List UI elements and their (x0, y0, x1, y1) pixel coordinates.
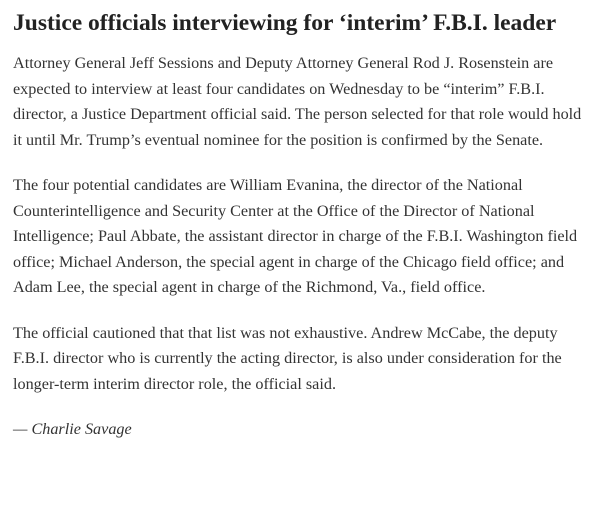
article-headline: Justice officials interviewing for ‘inte… (13, 10, 557, 36)
article-paragraph-3: The official cautioned that that list wa… (13, 323, 562, 393)
article: Justice officials interviewing for ‘inte… (0, 0, 591, 512)
article-paragraph-1: Attorney General Jeff Sessions and Deput… (13, 54, 582, 149)
article-paragraph-2: The four potential candidates are Willia… (13, 176, 578, 296)
article-byline: — Charlie Savage (13, 420, 132, 438)
